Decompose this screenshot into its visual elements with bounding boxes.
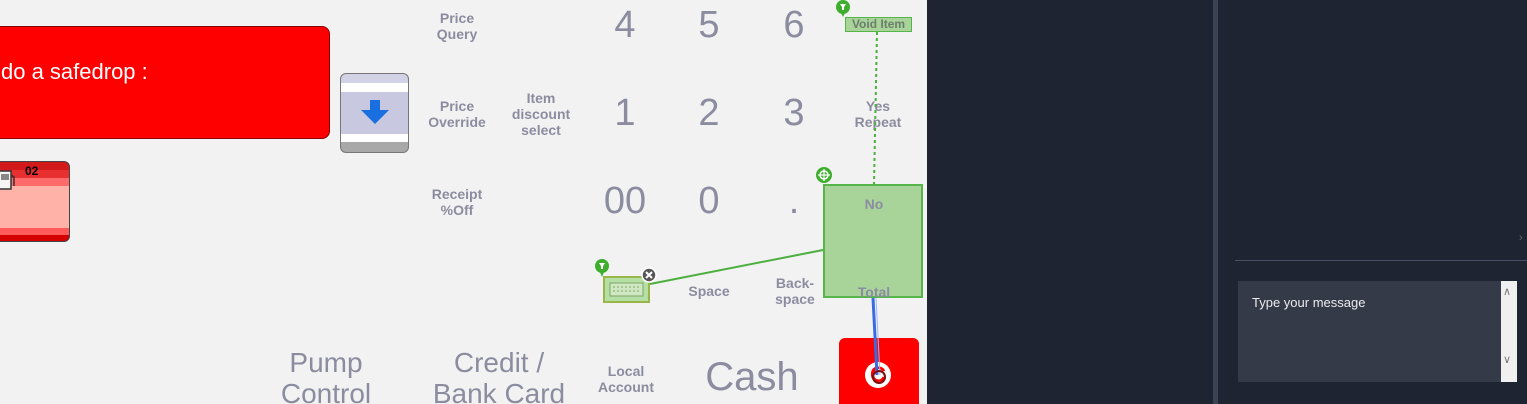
no-key-label: No [864, 196, 884, 212]
chat-separator [1235, 260, 1527, 261]
chevron-up-icon[interactable]: ∧ [1503, 285, 1511, 298]
price-override-key[interactable]: Price Override [417, 98, 497, 130]
keypad-key-2[interactable]: 2 [679, 92, 739, 135]
keypad-key-6[interactable]: 6 [764, 4, 824, 47]
pos-screen: do a safedrop : 02 Price Query Price Ove… [0, 0, 927, 404]
chat-input-scrollbar[interactable]: ∧ ∨ [1501, 281, 1517, 382]
chevron-down-icon[interactable]: ∨ [1503, 353, 1511, 366]
total-key-label: Total [857, 284, 891, 300]
arrow-down-icon [361, 100, 389, 124]
keypad-key-0[interactable]: 0 [679, 180, 739, 223]
keypad-key-1[interactable]: 1 [595, 92, 655, 135]
local-account-key[interactable]: Local Account [586, 363, 666, 395]
target-icon[interactable] [815, 166, 833, 186]
fuel-pump-icon [0, 170, 15, 190]
keypad-key-00[interactable]: 00 [595, 180, 655, 223]
yes-repeat-key[interactable]: Yes Repeat [838, 98, 918, 130]
no-total-highlight[interactable]: No Total [823, 184, 923, 300]
pump-02-button[interactable]: 02 [0, 161, 70, 242]
cancel-mark: C [865, 362, 891, 388]
receipt-percent-off-key[interactable]: Receipt %Off [417, 186, 497, 218]
pump-control-button[interactable]: Pump Control [266, 347, 386, 404]
safedrop-alert-button[interactable]: do a safedrop : [0, 26, 330, 139]
scroll-down-button[interactable] [340, 73, 409, 153]
pump-number: 02 [25, 164, 39, 178]
safedrop-alert-text: do a safedrop : [1, 59, 148, 84]
pin-icon[interactable] [835, 0, 851, 18]
keypad-key-3[interactable]: 3 [764, 92, 824, 135]
void-item-key[interactable]: Void Item [845, 17, 912, 32]
space-key[interactable]: Space [669, 283, 749, 299]
chevron-right-icon[interactable]: › [1519, 232, 1523, 244]
price-query-key[interactable]: Price Query [417, 10, 497, 42]
chat-panel: › ∧ ∨ [1218, 0, 1527, 404]
cash-button[interactable]: Cash [692, 355, 812, 399]
chat-message-input[interactable] [1238, 281, 1501, 382]
cancel-button[interactable]: C [839, 338, 919, 404]
keypad-key-decimal[interactable]: . [764, 180, 824, 223]
keypad-key-5[interactable]: 5 [679, 4, 739, 47]
credit-bank-card-button[interactable]: Credit / Bank Card [424, 347, 574, 404]
keypad-key-4[interactable]: 4 [595, 4, 655, 47]
pin-icon[interactable] [594, 258, 610, 278]
item-discount-select-key[interactable]: Item discount select [501, 90, 581, 138]
close-icon[interactable] [641, 267, 657, 283]
